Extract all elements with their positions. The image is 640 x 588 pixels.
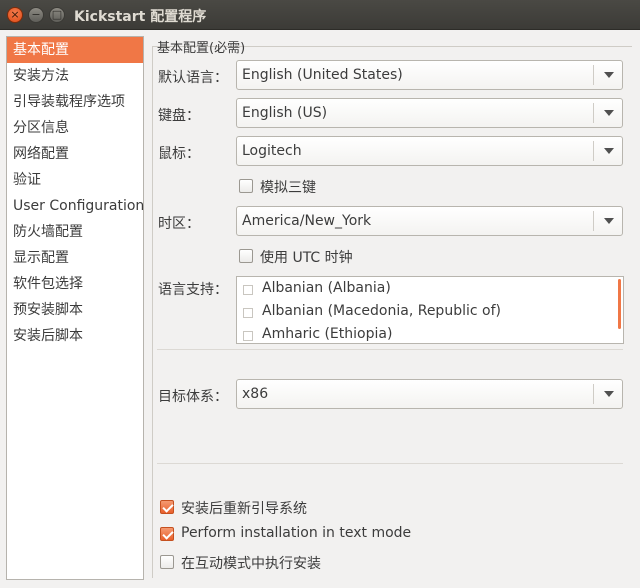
chevron-down-icon (604, 110, 614, 116)
language-select[interactable]: English (United States) (236, 60, 623, 90)
sidebar-item-install-method[interactable]: 安装方法 (7, 63, 143, 89)
language-checkbox[interactable] (243, 331, 253, 341)
sidebar-item-user-configuration[interactable]: User Configuration (7, 193, 144, 219)
emulate-three-buttons-label: 模拟三键 (260, 180, 316, 196)
combo-separator (593, 211, 594, 231)
utc-clock-label: 使用 UTC 时钟 (260, 250, 353, 266)
language-item-label: Albanian (Macedonia, Republic of) (262, 303, 501, 319)
sidebar-item-packages[interactable]: 软件包选择 (7, 271, 143, 297)
chevron-down-icon (604, 391, 614, 397)
mouse-value: Logitech (242, 143, 302, 159)
sidebar-item-bootloader[interactable]: 引导装载程序选项 (7, 89, 143, 115)
combo-separator (593, 141, 594, 161)
language-label: 默认语言： (158, 70, 228, 86)
sidebar-item-firewall[interactable]: 防火墙配置 (7, 219, 143, 245)
sidebar-item-display[interactable]: 显示配置 (7, 245, 143, 271)
text-mode-label: Perform installation in text mode (181, 525, 412, 541)
timezone-value: America/New_York (242, 213, 372, 229)
language-value: English (United States) (242, 67, 403, 83)
language-support-list[interactable]: Albanian (Albania) Albanian (Macedonia, … (236, 276, 624, 344)
keyboard-select[interactable]: English (US) (236, 98, 623, 128)
timezone-select[interactable]: America/New_York (236, 206, 623, 236)
mouse-label: 鼠标： (158, 146, 200, 162)
text-mode-checkbox[interactable] (160, 527, 174, 541)
chevron-down-icon (604, 218, 614, 224)
sidebar-item-partition[interactable]: 分区信息 (7, 115, 143, 141)
group-title: 基本配置(必需) (157, 41, 246, 56)
divider (157, 463, 623, 464)
mouse-select[interactable]: Logitech (236, 136, 623, 166)
reboot-after-install-checkbox[interactable] (160, 500, 174, 514)
reboot-after-install-label: 安装后重新引导系统 (181, 501, 307, 517)
close-icon[interactable]: × (7, 7, 23, 23)
sidebar-item-network[interactable]: 网络配置 (7, 141, 143, 167)
list-item[interactable]: Albanian (Macedonia, Republic of) (237, 302, 617, 324)
interactive-mode-label: 在互动模式中执行安装 (181, 556, 321, 572)
language-support-label: 语言支持： (158, 282, 228, 298)
sidebar-item-pre-script[interactable]: 预安装脚本 (7, 297, 143, 323)
architecture-select[interactable]: x86 (236, 379, 623, 409)
chevron-down-icon (604, 148, 614, 154)
sidebar-item-basic[interactable]: 基本配置 (7, 37, 143, 63)
sidebar-item-authentication[interactable]: 验证 (7, 167, 143, 193)
list-item[interactable]: Albanian (Albania) (237, 279, 617, 301)
keyboard-label: 键盘： (158, 108, 200, 124)
divider (157, 349, 623, 350)
language-item-label: Albanian (Albania) (262, 280, 391, 296)
language-checkbox[interactable] (243, 285, 253, 295)
utc-clock-checkbox[interactable] (239, 249, 253, 263)
combo-separator (593, 65, 594, 85)
chevron-down-icon (604, 72, 614, 78)
language-item-label: Amharic (Ethiopia) (262, 326, 393, 342)
sidebar: 基本配置 安装方法 引导装载程序选项 分区信息 网络配置 验证 User Con… (6, 36, 144, 580)
language-checkbox[interactable] (243, 308, 253, 318)
keyboard-value: English (US) (242, 105, 328, 121)
combo-separator (593, 103, 594, 123)
interactive-mode-checkbox[interactable] (160, 555, 174, 569)
title-bar: × − □ Kickstart 配置程序 (0, 0, 640, 30)
timezone-label: 时区： (158, 216, 200, 232)
list-item[interactable]: Amharic (Ethiopia) (237, 325, 617, 343)
window-title: Kickstart 配置程序 (74, 9, 207, 25)
maximize-icon[interactable]: □ (49, 7, 65, 23)
list-scrollbar[interactable] (618, 279, 621, 329)
architecture-label: 目标体系： (158, 389, 228, 405)
combo-separator (593, 384, 594, 404)
sidebar-item-post-script[interactable]: 安装后脚本 (7, 323, 143, 349)
minimize-icon[interactable]: − (28, 7, 44, 23)
architecture-value: x86 (242, 386, 269, 402)
emulate-three-buttons-checkbox[interactable] (239, 179, 253, 193)
